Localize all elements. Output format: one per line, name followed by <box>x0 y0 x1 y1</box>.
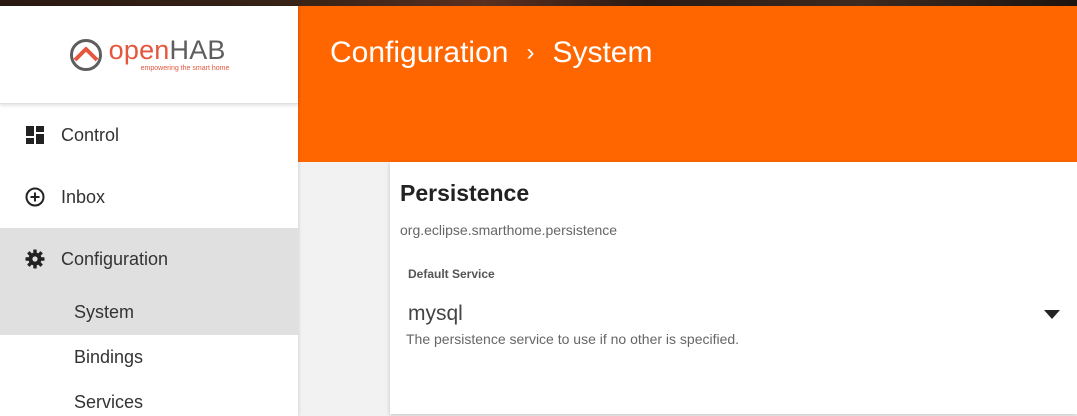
logo-name-hab: HAB <box>169 35 226 65</box>
sidebar-item-label: Control <box>61 124 120 145</box>
card-title: Persistence <box>400 180 530 206</box>
dropdown-arrow-icon[interactable] <box>1044 309 1060 319</box>
sidebar-item-label: Inbox <box>61 186 106 207</box>
dashboard-icon <box>24 124 46 146</box>
sidebar-group-configuration: Configuration System <box>0 228 298 335</box>
add-circle-icon <box>24 186 46 208</box>
sidebar-subitem-bindings[interactable]: Bindings <box>0 335 298 380</box>
sidebar-subitem-system[interactable]: System <box>0 290 298 335</box>
page-header: Configuration › System <box>298 6 1077 162</box>
breadcrumb: Configuration › System <box>330 36 652 70</box>
card-pid: org.eclipse.smarthome.persistence <box>400 222 618 238</box>
sidebar-subitem-label: System <box>74 302 135 322</box>
sidebar-subitem-label: Bindings <box>74 347 144 367</box>
default-service-label: Default Service <box>408 267 495 281</box>
logo-tagline: empowering the smart home <box>140 65 230 72</box>
gear-icon <box>24 248 46 270</box>
openhab-logo-icon <box>69 38 102 71</box>
sidebar-subitem-label: Services <box>74 392 144 412</box>
sidebar-item-label: Configuration <box>61 248 169 269</box>
sidebar-subitem-services[interactable]: Services <box>0 380 298 416</box>
sidebar: openHAB empowering the smart home Contro… <box>0 6 298 416</box>
default-service-select[interactable]: mysql <box>408 299 1060 329</box>
breadcrumb-configuration[interactable]: Configuration <box>330 36 508 70</box>
field-hint: The persistence service to use if no oth… <box>406 331 740 347</box>
persistence-card: Persistence org.eclipse.smarthome.persis… <box>390 162 1077 414</box>
chevron-right-icon: › <box>526 39 535 66</box>
select-value: mysql <box>408 302 463 325</box>
breadcrumb-system: System <box>552 36 653 69</box>
logo-name-open: open <box>108 35 170 65</box>
logo-area[interactable]: openHAB empowering the smart home <box>0 6 298 104</box>
sidebar-item-inbox[interactable]: Inbox <box>0 166 298 228</box>
sidebar-item-control[interactable]: Control <box>0 104 298 166</box>
sidebar-item-configuration[interactable]: Configuration <box>0 228 298 290</box>
openhab-logo[interactable]: openHAB empowering the smart home <box>69 35 230 72</box>
